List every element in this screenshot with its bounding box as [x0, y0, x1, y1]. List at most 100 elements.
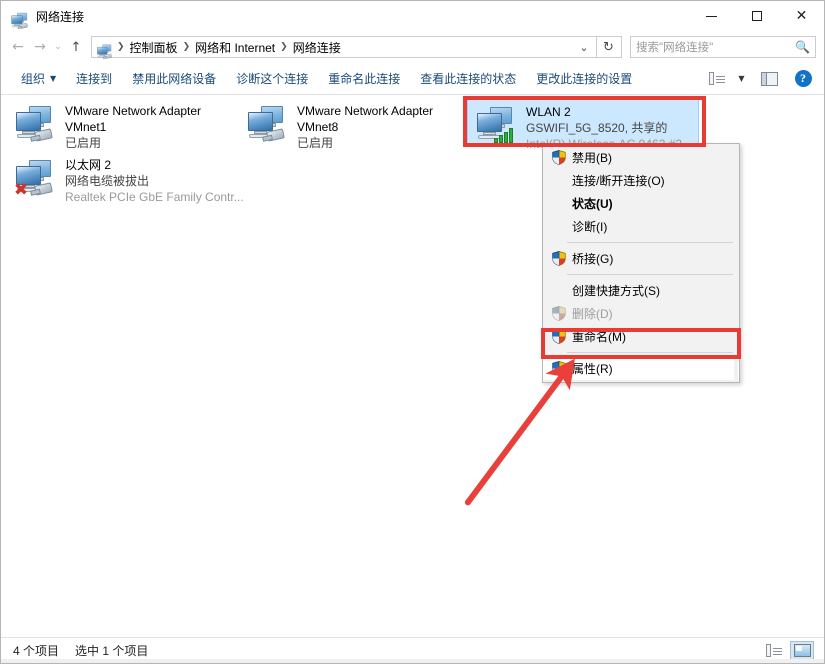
help-icon[interactable]: ?	[790, 67, 816, 91]
command-view-status[interactable]: 查看此连接的状态	[410, 67, 526, 91]
preview-pane-icon[interactable]	[756, 67, 782, 91]
adapter-device: Realtek PCIe GbE Family Contr...	[65, 190, 244, 204]
context-menu-item-diagnose[interactable]: 诊断(I)	[543, 215, 739, 238]
context-menu-item-rename[interactable]: 重命名(M)	[543, 325, 739, 348]
search-box[interactable]: 搜索"网络连接" 🔍	[630, 36, 816, 58]
breadcrumb-separator: ❯	[117, 42, 125, 52]
context-menu-item-connect-disconnect[interactable]: 连接/断开连接(O)	[543, 169, 739, 192]
list-item-text: VMware Network Adapter VMnet1 已启用	[65, 103, 201, 151]
network-connections-window: 网络连接 ✕ ← → ⌄ ↑ ❯ 控制面板 ❯ 网络和 Internet ❯ 网…	[0, 0, 825, 664]
window-controls: ✕	[689, 1, 824, 31]
status-item-count: 4 个项目	[13, 644, 60, 658]
up-button[interactable]: ↑	[65, 36, 87, 58]
tiles-view-icon[interactable]	[790, 640, 814, 661]
command-bar: 组织 ▼ 连接到 禁用此网络设备 诊断这个连接 重命名此连接 查看此连接的状态 …	[1, 63, 824, 95]
breadcrumb-item-network-connections[interactable]: 网络连接	[290, 39, 344, 56]
command-connect-to-label: 连接到	[76, 72, 113, 86]
adapter-status: 网络电缆被拔出	[65, 174, 150, 188]
context-menu-item-create-shortcut[interactable]: 创建快捷方式(S)	[543, 279, 739, 302]
tiles-view-glyph	[793, 644, 811, 657]
list-item-wlan-2[interactable]: WLAN 2 GSWIFI_5G_8520, 共享的 Intel(R) Wire…	[467, 99, 699, 151]
context-menu-item-bridge[interactable]: 桥接(G)	[543, 247, 739, 270]
search-input[interactable]: 搜索"网络连接"	[636, 39, 795, 55]
back-button[interactable]: ←	[7, 36, 29, 58]
search-icon: 🔍	[795, 40, 810, 54]
address-bar[interactable]: ❯ 控制面板 ❯ 网络和 Internet ❯ 网络连接 ⌄	[91, 36, 597, 59]
refresh-icon[interactable]: ↻	[596, 36, 622, 58]
command-view-status-label: 查看此连接的状态	[420, 72, 517, 86]
breadcrumb-item-control-panel[interactable]: 控制面板	[127, 39, 181, 56]
uac-shield-icon	[548, 150, 569, 165]
context-menu-separator	[567, 352, 733, 353]
adapter-name-2: VMnet8	[297, 120, 339, 134]
network-connections-icon	[10, 12, 28, 29]
uac-shield-icon	[548, 329, 569, 344]
context-menu-label: 诊断(I)	[572, 220, 608, 234]
window-bottom-edge	[1, 659, 824, 663]
status-selection: 选中 1 个项目	[75, 644, 149, 658]
context-menu-label: 连接/断开连接(O)	[572, 174, 665, 188]
chevron-down-icon: ▼	[50, 74, 57, 83]
forward-button[interactable]: →	[29, 36, 51, 58]
command-change-settings-label: 更改此连接的设置	[536, 72, 633, 86]
context-menu-label: 桥接(G)	[572, 252, 614, 266]
command-disable-device[interactable]: 禁用此网络设备	[122, 67, 226, 91]
breadcrumb-separator: ❯	[280, 42, 288, 52]
adapter-name: WLAN 2	[526, 105, 571, 119]
context-menu-item-properties[interactable]: 属性(R)	[543, 357, 739, 380]
command-diagnose[interactable]: 诊断这个连接	[226, 67, 318, 91]
context-menu-item-status[interactable]: 状态(U)	[543, 192, 739, 215]
command-diagnose-label: 诊断这个连接	[236, 72, 309, 86]
command-rename-label: 重命名此连接	[328, 72, 401, 86]
context-menu-edge	[734, 146, 738, 380]
window-title: 网络连接	[36, 9, 85, 24]
command-bar-right: ▼ ?	[704, 67, 824, 91]
context-menu-item-delete: 删除(D)	[543, 302, 739, 325]
command-organize[interactable]: 组织 ▼	[11, 67, 66, 91]
breadcrumb-item-network-internet[interactable]: 网络和 Internet	[192, 39, 278, 56]
wireless-adapter-icon	[474, 105, 518, 149]
context-menu-label: 重命名(M)	[572, 330, 626, 344]
context-menu-label: 禁用(B)	[572, 151, 612, 165]
address-bar-actions: ⌄	[572, 37, 596, 57]
breadcrumb-separator: ❯	[182, 42, 191, 52]
list-item-text: 以太网 2 网络电缆被拔出 Realtek PCIe GbE Family Co…	[65, 157, 244, 205]
context-menu-label: 删除(D)	[572, 307, 613, 321]
address-bar-row: ← → ⌄ ↑ ❯ 控制面板 ❯ 网络和 Internet ❯ 网络连接 ⌄ ↻	[1, 31, 824, 63]
command-connect-to[interactable]: 连接到	[66, 67, 122, 91]
network-adapter-disconnected-icon: ✖	[13, 158, 57, 202]
minimize-button[interactable]	[689, 1, 734, 31]
status-view-buttons	[762, 640, 824, 661]
adapter-status: 已启用	[65, 136, 102, 150]
context-menu-label: 状态(U)	[572, 197, 613, 211]
context-menu-separator	[567, 274, 733, 275]
change-view-icon[interactable]	[704, 67, 730, 91]
disconnected-x-icon: ✖	[13, 180, 29, 200]
chevron-down-icon[interactable]: ⌄	[572, 37, 596, 57]
adapter-name: VMware Network Adapter	[297, 104, 434, 118]
list-item-vmnet8[interactable]: VMware Network Adapter VMnet8 已启用	[239, 99, 459, 155]
details-view-icon[interactable]	[762, 641, 786, 661]
change-view-caret[interactable]: ▼	[730, 67, 748, 91]
context-menu-label: 属性(R)	[572, 362, 613, 376]
change-view-glyph	[709, 72, 725, 85]
uac-shield-icon	[548, 361, 569, 376]
context-menu-separator	[567, 242, 733, 243]
maximize-button[interactable]	[734, 1, 779, 31]
context-menu-item-disable[interactable]: 禁用(B)	[543, 146, 739, 169]
command-rename[interactable]: 重命名此连接	[318, 67, 410, 91]
command-change-settings[interactable]: 更改此连接的设置	[526, 67, 642, 91]
history-dropdown-button[interactable]: ⌄	[51, 36, 65, 58]
connections-list: VMware Network Adapter VMnet1 已启用 VMware…	[1, 95, 824, 637]
adapter-status: 已启用	[297, 136, 334, 150]
title-bar: 网络连接 ✕	[1, 1, 824, 31]
context-menu: 禁用(B) 连接/断开连接(O) 状态(U) 诊断(I) 桥接(G) 创建快捷方…	[542, 143, 740, 383]
adapter-status: GSWIFI_5G_8520, 共享的	[526, 121, 668, 135]
adapter-name: VMware Network Adapter	[65, 104, 202, 118]
list-item-vmnet1[interactable]: VMware Network Adapter VMnet1 已启用	[7, 99, 227, 155]
close-button[interactable]: ✕	[779, 1, 824, 31]
details-view-glyph	[766, 644, 782, 657]
list-item-ethernet-2[interactable]: ✖ 以太网 2 网络电缆被拔出 Realtek PCIe GbE Family …	[7, 153, 244, 209]
chevron-down-icon: ▼	[738, 74, 745, 83]
network-adapter-icon	[245, 104, 289, 148]
